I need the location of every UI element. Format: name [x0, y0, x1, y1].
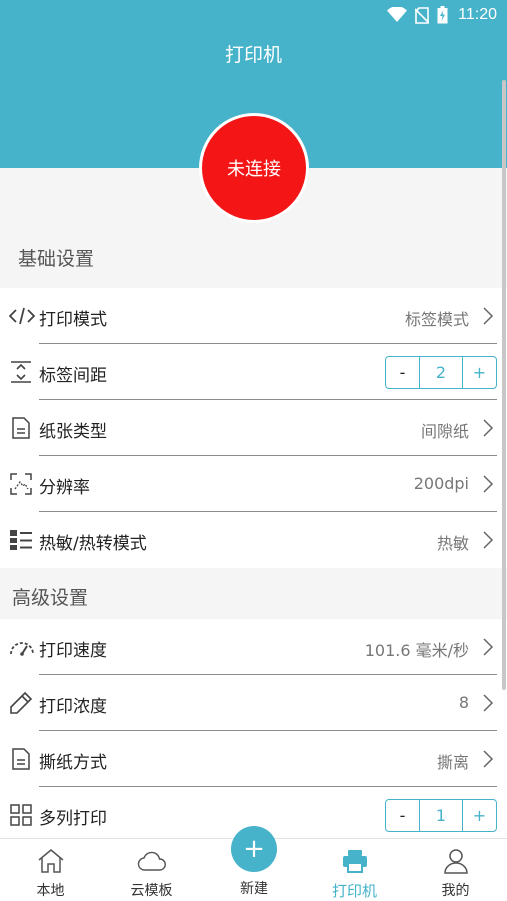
setting-resolution[interactable]: 分辨率 200dpi	[0, 456, 507, 512]
section-title-advanced: 高级设置	[12, 587, 89, 609]
label-gap-increment-button[interactable]: +	[463, 357, 496, 388]
thermal-mode-label: 热敏/热转模式	[39, 534, 147, 554]
print-mode-label: 打印模式	[39, 310, 107, 330]
home-icon	[37, 839, 65, 878]
label-gap-label: 标签间距	[39, 366, 107, 386]
grid-icon	[9, 803, 33, 827]
list-view-icon	[9, 528, 33, 552]
document-icon	[9, 416, 33, 440]
tear-mode-value: 撕离	[436, 753, 469, 772]
setting-print-mode[interactable]: 打印模式 标签模式	[0, 288, 507, 344]
resolution-value: 200dpi	[413, 474, 469, 493]
battery-charging-icon	[437, 6, 448, 24]
tab-mine[interactable]: 我的	[405, 839, 506, 901]
connect-button[interactable]: 未连接	[199, 113, 309, 223]
section-title-basic: 基础设置	[18, 248, 95, 270]
new-button[interactable]: +	[231, 826, 277, 872]
paper-type-value: 间隙纸	[420, 422, 469, 441]
no-sim-icon	[415, 6, 430, 24]
chevron-right-icon	[482, 750, 494, 768]
setting-paper-type[interactable]: 纸张类型 间隙纸	[0, 400, 507, 456]
multi-column-increment-button[interactable]: +	[463, 800, 496, 831]
vertical-spacing-icon	[9, 360, 33, 384]
tab-mine-label: 我的	[441, 883, 470, 899]
multi-column-value[interactable]: 1	[419, 800, 463, 831]
multi-column-decrement-button[interactable]: -	[386, 800, 419, 831]
chevron-right-icon	[482, 307, 494, 325]
chevron-right-icon	[482, 638, 494, 656]
chevron-right-icon	[482, 475, 494, 493]
label-gap-stepper: - 2 +	[385, 356, 497, 389]
label-gap-value[interactable]: 2	[419, 357, 463, 388]
label-gap-decrement-button[interactable]: -	[386, 357, 419, 388]
cloud-icon	[137, 839, 167, 878]
multi-column-stepper: - 1 +	[385, 799, 497, 832]
chevron-right-icon	[482, 531, 494, 549]
plus-icon: +	[243, 834, 265, 864]
tab-cloud-templates-label: 云模板	[130, 883, 173, 899]
chevron-right-icon	[482, 694, 494, 712]
pencil-icon	[9, 691, 33, 715]
setting-label-gap: 标签间距 - 2 +	[0, 344, 507, 400]
setting-print-speed[interactable]: 打印速度 101.6 毫米/秒	[0, 619, 507, 675]
user-icon	[443, 839, 469, 878]
tab-printer-label: 打印机	[331, 882, 377, 900]
resolution-icon	[9, 472, 33, 496]
setting-tear-mode[interactable]: 撕纸方式 撕离	[0, 731, 507, 787]
document-icon	[9, 747, 33, 771]
paper-type-label: 纸张类型	[39, 422, 107, 442]
thermal-mode-value: 热敏	[436, 534, 469, 553]
printer-icon	[341, 839, 369, 878]
tab-cloud-templates[interactable]: 云模板	[101, 839, 202, 901]
code-icon	[8, 304, 36, 328]
tab-local[interactable]: 本地	[0, 839, 101, 901]
multi-column-label: 多列打印	[39, 809, 107, 829]
chevron-right-icon	[482, 419, 494, 437]
setting-thermal-mode[interactable]: 热敏/热转模式 热敏	[0, 512, 507, 568]
print-speed-value: 101.6 毫米/秒	[364, 641, 469, 660]
tab-new-label: 新建	[240, 881, 268, 897]
page-title: 打印机	[224, 44, 282, 66]
print-density-value: 8	[458, 693, 469, 712]
tab-printer[interactable]: 打印机	[304, 839, 405, 901]
resolution-label: 分辨率	[39, 478, 90, 498]
scrollbar[interactable]	[502, 80, 506, 690]
wifi-icon	[387, 7, 408, 23]
status-time: 11:20	[458, 6, 497, 23]
tab-local-label: 本地	[36, 883, 65, 899]
speedometer-icon	[9, 635, 34, 659]
print-mode-value: 标签模式	[404, 310, 469, 329]
status-bar: 11:20	[0, 0, 507, 30]
connect-button-label: 未连接	[227, 159, 281, 180]
print-density-label: 打印浓度	[39, 697, 107, 717]
setting-print-density[interactable]: 打印浓度 8	[0, 675, 507, 731]
tear-mode-label: 撕纸方式	[39, 753, 107, 773]
print-speed-label: 打印速度	[39, 641, 107, 661]
